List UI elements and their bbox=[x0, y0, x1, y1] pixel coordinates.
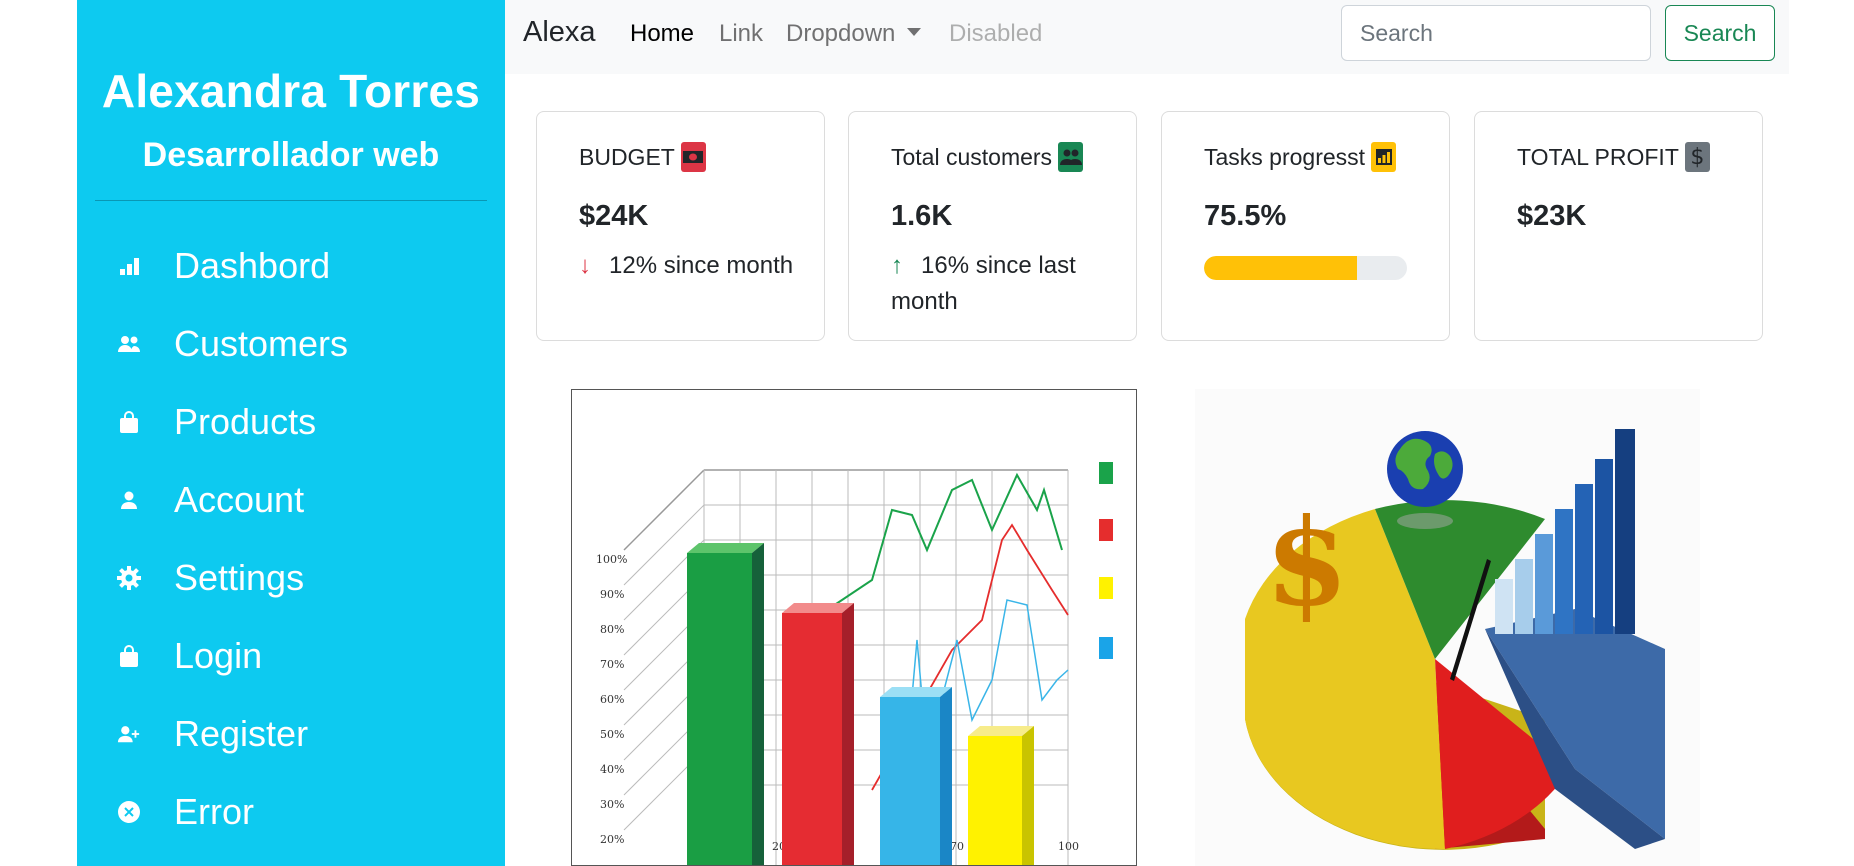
card-value: 1.6K bbox=[891, 200, 953, 232]
nav-dropdown-label: Dropdown bbox=[786, 20, 896, 47]
dashboard-page: Alexandra Torres Desarrollador web Dashb… bbox=[0, 0, 1854, 866]
dollar-icon: $ bbox=[1684, 142, 1710, 172]
sidebar-item-products[interactable]: Products bbox=[77, 391, 505, 453]
card-title: Total customers bbox=[891, 142, 1084, 172]
y-tick-label: 80% bbox=[600, 623, 624, 636]
tasks-card: Tasks progresst 75.5% bbox=[1161, 111, 1450, 341]
sidebar-item-label: Error bbox=[174, 791, 254, 832]
sidebar-item-settings[interactable]: Settings bbox=[77, 547, 505, 609]
sidebar-item-label: Account bbox=[174, 479, 305, 520]
y-tick-label: 90% bbox=[600, 588, 624, 601]
cash-icon bbox=[680, 142, 706, 172]
bar-chart-image: 100% 90% 80% 70% 60% 50% 40% 30% 20% 20 … bbox=[571, 389, 1137, 866]
nav-dropdown-toggle[interactable]: Dropdown bbox=[786, 20, 922, 48]
card-title-text: Tasks progresst bbox=[1204, 143, 1366, 170]
bar-chart-icon bbox=[117, 254, 141, 278]
x-tick-label: 70 bbox=[950, 840, 964, 853]
bag-icon bbox=[117, 644, 141, 668]
sidebar-item-account[interactable]: Account bbox=[77, 469, 505, 531]
gear-icon bbox=[117, 566, 141, 590]
card-title: TOTAL PROFIT $ bbox=[1517, 142, 1710, 172]
arrow-up-icon: ↑ bbox=[891, 252, 903, 279]
card-title: Tasks progresst bbox=[1204, 142, 1397, 172]
sidebar-item-login[interactable]: Login bbox=[77, 625, 505, 687]
y-tick-label: 70% bbox=[600, 658, 624, 671]
sidebar-item-label: Register bbox=[174, 713, 309, 754]
x-circle-icon bbox=[117, 800, 141, 824]
card-title-text: Total customers bbox=[891, 143, 1053, 170]
sidebar-item-register[interactable]: Register bbox=[77, 703, 505, 765]
sidebar-item-label: Settings bbox=[174, 557, 305, 598]
person-add-icon bbox=[117, 722, 141, 746]
tasks-progress-bar bbox=[1204, 256, 1407, 280]
x-tick-label: 100 bbox=[1058, 840, 1079, 853]
progress-fill bbox=[1204, 256, 1358, 280]
bag-icon bbox=[117, 410, 141, 434]
nav-link-home[interactable]: Home bbox=[630, 20, 694, 48]
card-value: 75.5% bbox=[1204, 200, 1287, 232]
sidebar-item-error[interactable]: Error bbox=[77, 781, 505, 843]
chevron-down-icon bbox=[907, 27, 922, 36]
budget-card: BUDGET $24K ↓ 12% since month bbox=[536, 111, 825, 341]
profile-name: Alexandra Torres bbox=[101, 65, 481, 117]
card-value: $23K bbox=[1517, 200, 1587, 232]
profile-role: Desarrollador web bbox=[142, 136, 440, 174]
card-delta: ↑ 16% since last month bbox=[891, 248, 1111, 320]
card-title-text: BUDGET bbox=[579, 143, 675, 170]
sidebar-item-label: Login bbox=[174, 635, 263, 676]
sidebar-divider bbox=[95, 200, 487, 201]
sidebar-item-dashboard[interactable]: Dashbord bbox=[77, 235, 505, 297]
sidebar: Alexandra Torres Desarrollador web Dashb… bbox=[77, 0, 505, 866]
search-input[interactable] bbox=[1341, 5, 1651, 61]
card-title-text: TOTAL PROFIT bbox=[1517, 143, 1679, 170]
y-tick-label: 40% bbox=[600, 763, 624, 776]
sidebar-item-label: Products bbox=[174, 401, 317, 442]
nav-link-link[interactable]: Link bbox=[719, 20, 763, 48]
person-icon bbox=[117, 488, 141, 512]
customers-card: Total customers 1.6K ↑ 16% since last mon… bbox=[848, 111, 1137, 341]
search-button[interactable]: Search bbox=[1665, 5, 1775, 61]
card-title: BUDGET bbox=[579, 142, 706, 172]
bar-chart-icon bbox=[1371, 142, 1397, 172]
nav-link-disabled: Disabled bbox=[949, 20, 1043, 47]
card-delta: ↓ 12% since month bbox=[579, 248, 799, 284]
sidebar-item-label: Dashbord bbox=[174, 245, 331, 286]
y-tick-label: 30% bbox=[600, 798, 624, 811]
card-value: $24K bbox=[579, 200, 649, 232]
y-tick-label: 100% bbox=[596, 553, 627, 566]
top-navbar: Alexa Home Link Dropdown Disabled Search bbox=[505, 0, 1789, 74]
dollar-symbol: $ bbox=[1265, 492, 1349, 633]
y-tick-label: 60% bbox=[600, 693, 624, 706]
people-icon bbox=[117, 332, 141, 356]
sidebar-item-customers[interactable]: Customers bbox=[77, 313, 505, 375]
people-icon bbox=[1058, 142, 1084, 172]
card-delta-text: 12% since month bbox=[609, 252, 794, 279]
y-tick-label: 50% bbox=[600, 728, 624, 741]
profit-card: TOTAL PROFIT $ $23K bbox=[1474, 111, 1763, 341]
sidebar-item-label: Customers bbox=[174, 323, 349, 364]
arrow-down-icon: ↓ bbox=[579, 252, 591, 279]
y-tick-label: 20% bbox=[600, 833, 624, 846]
pie-chart-image: $ bbox=[1195, 389, 1700, 866]
navbar-brand[interactable]: Alexa bbox=[523, 16, 596, 49]
